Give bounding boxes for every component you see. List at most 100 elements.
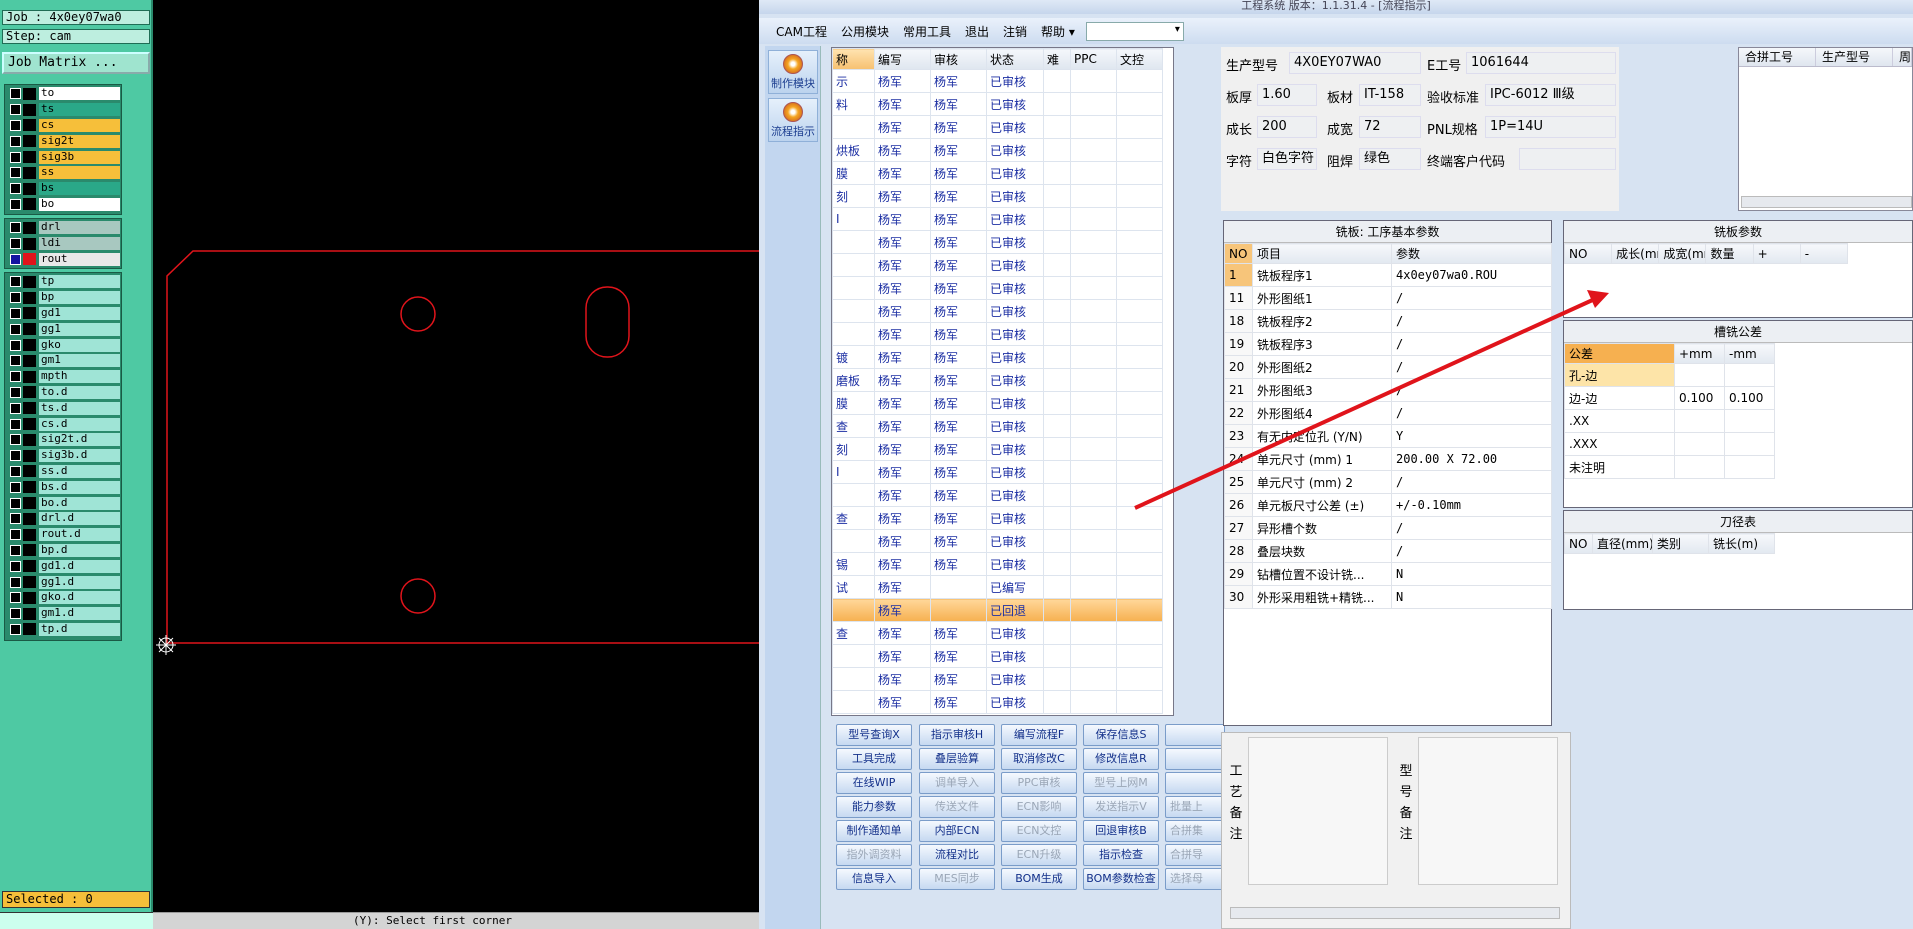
layer-color-swatch [23, 465, 36, 478]
layer-name: bp.d [39, 543, 120, 557]
layer-color-swatch [23, 354, 36, 367]
layer-name: tp [39, 275, 120, 289]
layer-row[interactable]: gm1 [6, 353, 120, 369]
layer-row[interactable]: to [6, 86, 120, 102]
layer-color-swatch [23, 103, 36, 116]
layer-checkbox[interactable] [10, 104, 21, 116]
layer-checkbox[interactable] [10, 292, 21, 304]
layer-color-swatch [23, 560, 36, 573]
layer-name: gd1 [39, 306, 120, 320]
layer-row[interactable]: cs.d [6, 416, 120, 432]
layer-checkbox[interactable] [10, 88, 21, 100]
layer-checkbox[interactable] [10, 339, 21, 351]
layer-row[interactable]: drl [6, 220, 120, 236]
layer-checkbox[interactable] [10, 222, 21, 234]
selected-count: Selected : 0 [2, 891, 150, 908]
layer-checkbox[interactable] [10, 307, 21, 319]
layer-row[interactable]: gko [6, 337, 120, 353]
layer-name: drl [39, 221, 120, 235]
layer-checkbox[interactable] [10, 198, 21, 210]
job-matrix-button[interactable]: Job Matrix ... [2, 52, 150, 74]
layer-checkbox[interactable] [10, 529, 21, 541]
layer-color-swatch [23, 418, 36, 431]
layer-row[interactable]: rout.d [6, 527, 120, 543]
layer-row[interactable]: gm1.d [6, 606, 120, 622]
layer-checkbox[interactable] [10, 323, 21, 335]
layer-checkbox[interactable] [10, 151, 21, 163]
layer-color-swatch [23, 119, 36, 132]
layer-row[interactable]: tp.d [6, 622, 120, 638]
layer-checkbox[interactable] [10, 434, 21, 446]
layer-checkbox[interactable] [10, 238, 21, 250]
layer-checkbox[interactable] [10, 450, 21, 462]
layer-row[interactable]: ss.d [6, 464, 120, 480]
layer-row[interactable]: bp.d [6, 543, 120, 559]
layer-checkbox[interactable] [10, 576, 21, 588]
layer-row[interactable]: sig3b [6, 149, 120, 165]
layer-row[interactable]: bp [6, 290, 120, 306]
layer-row[interactable]: bo [6, 197, 120, 213]
layer-checkbox[interactable] [10, 183, 21, 195]
layer-checkbox[interactable] [10, 497, 21, 509]
layer-row[interactable]: ldi [6, 236, 120, 252]
layer-name: rout.d [39, 528, 120, 542]
layer-checkbox[interactable] [10, 465, 21, 477]
layer-color-swatch [23, 323, 36, 336]
layer-checkbox[interactable] [10, 513, 21, 525]
layer-color-swatch [23, 237, 36, 250]
layer-color-swatch [23, 151, 36, 164]
layer-checkbox[interactable] [10, 276, 21, 288]
layer-color-swatch [23, 402, 36, 415]
layer-checkbox[interactable] [10, 402, 21, 414]
layer-row[interactable]: rout [6, 252, 120, 268]
layer-name: sig2t.d [39, 433, 120, 447]
layer-row[interactable]: gd1 [6, 306, 120, 322]
layer-row[interactable]: to.d [6, 385, 120, 401]
layer-group-board: to ts cs sig2t sig3b ss bs bo [4, 84, 122, 215]
layer-row[interactable]: ts.d [6, 400, 120, 416]
layer-name: sig3b.d [39, 449, 120, 463]
layer-row[interactable]: mpth [6, 369, 120, 385]
layer-name: bo.d [39, 496, 120, 510]
layer-color-swatch [23, 166, 36, 179]
layer-name: gd1.d [39, 559, 120, 573]
layer-checkbox[interactable] [10, 355, 21, 367]
layer-checkbox[interactable] [10, 386, 21, 398]
layer-row[interactable]: sig2t.d [6, 432, 120, 448]
layer-panel-toolbar [0, 912, 153, 929]
layer-checkbox[interactable] [10, 253, 21, 265]
layer-checkbox[interactable] [10, 167, 21, 179]
slot-hole [585, 286, 630, 358]
layer-checkbox[interactable] [10, 608, 21, 620]
layer-row[interactable]: cs [6, 118, 120, 134]
layer-checkbox[interactable] [10, 592, 21, 604]
layer-row[interactable]: gd1.d [6, 558, 120, 574]
graphic-canvas[interactable] [153, 0, 759, 929]
layer-row[interactable]: tp [6, 274, 120, 290]
layer-color-swatch [23, 576, 36, 589]
layer-row[interactable]: drl.d [6, 511, 120, 527]
layer-checkbox[interactable] [10, 560, 21, 572]
layer-row[interactable]: gg1 [6, 321, 120, 337]
layer-checkbox[interactable] [10, 418, 21, 430]
layer-checkbox[interactable] [10, 371, 21, 383]
layer-checkbox[interactable] [10, 481, 21, 493]
layer-row[interactable]: bo.d [6, 495, 120, 511]
layer-checkbox[interactable] [10, 119, 21, 131]
layer-checkbox[interactable] [10, 544, 21, 556]
layer-color-swatch [23, 591, 36, 604]
layer-name: rout [39, 252, 120, 266]
layer-row[interactable]: sig2t [6, 133, 120, 149]
layer-color-swatch [23, 433, 36, 446]
layer-row[interactable]: ts [6, 102, 120, 118]
layer-row[interactable]: ss [6, 165, 120, 181]
layer-row[interactable]: bs.d [6, 479, 120, 495]
layer-name: cs.d [39, 417, 120, 431]
layer-row[interactable]: gko.d [6, 590, 120, 606]
layer-checkbox[interactable] [10, 135, 21, 147]
layer-color-swatch [23, 481, 36, 494]
layer-checkbox[interactable] [10, 623, 21, 635]
layer-row[interactable]: bs [6, 181, 120, 197]
layer-row[interactable]: gg1.d [6, 574, 120, 590]
layer-row[interactable]: sig3b.d [6, 448, 120, 464]
